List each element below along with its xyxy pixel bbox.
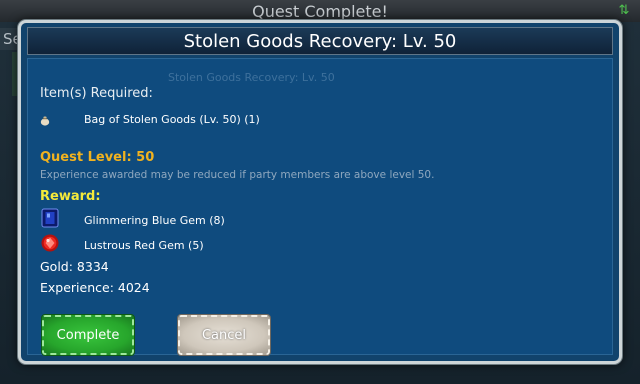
background-title: Quest Complete!: [0, 0, 640, 22]
gold-reward: Gold: 8334: [40, 259, 109, 274]
required-items-heading: Item(s) Required:: [40, 86, 153, 101]
quest-complete-dialog: Stolen Goods Recovery: Lv. 50 Stolen Goo…: [18, 20, 622, 364]
bag-icon: [40, 116, 50, 126]
background-ghost-text: Stolen Goods Recovery: Lv. 50: [168, 71, 335, 84]
experience-note: Experience awarded may be reduced if par…: [40, 169, 435, 181]
dialog-body: Stolen Goods Recovery: Lv. 50 Item(s) Re…: [27, 58, 613, 356]
blue-gem-icon: [41, 208, 59, 228]
reward-item-label: Glimmering Blue Gem (8): [84, 214, 225, 227]
reward-heading: Reward:: [40, 189, 101, 204]
quest-level: Quest Level: 50: [40, 150, 155, 165]
experience-reward: Experience: 4024: [40, 280, 150, 295]
red-gem-icon: [41, 234, 59, 252]
sort-arrows-icon[interactable]: ⇅: [614, 2, 634, 20]
reward-item-label: Lustrous Red Gem (5): [84, 239, 204, 252]
dialog-title: Stolen Goods Recovery: Lv. 50: [27, 27, 613, 55]
cancel-button[interactable]: Cancel: [177, 314, 271, 356]
required-item-label: Bag of Stolen Goods (Lv. 50) (1): [84, 113, 260, 126]
complete-button[interactable]: Complete: [41, 314, 135, 356]
